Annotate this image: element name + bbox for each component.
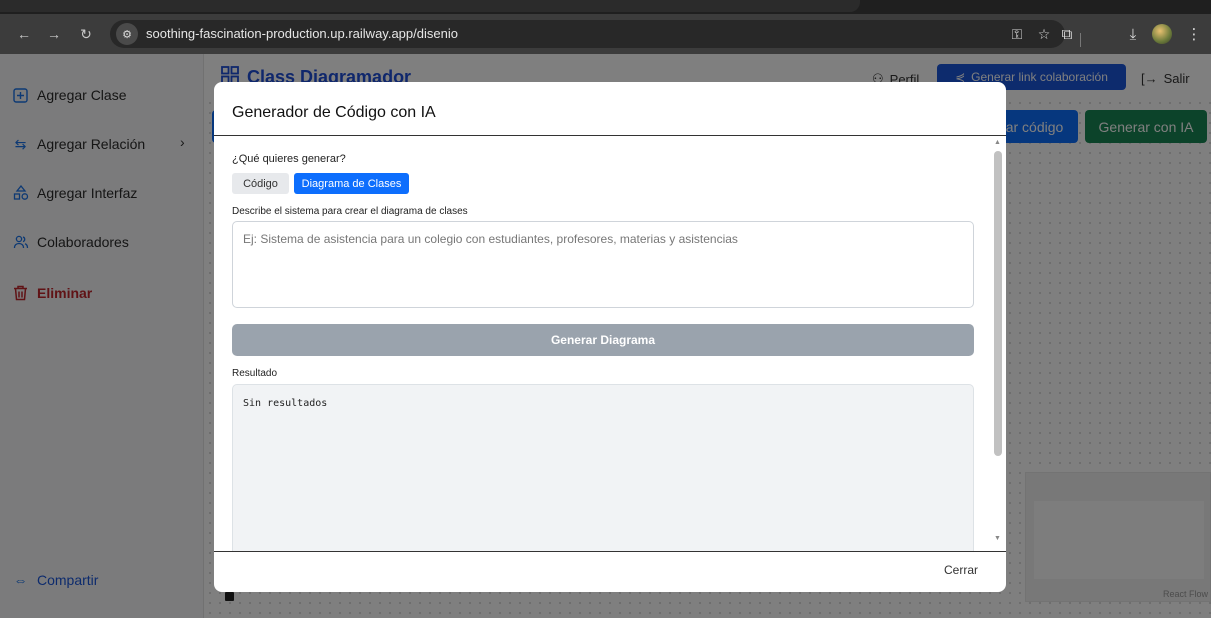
- star-icon[interactable]: ☆: [1035, 25, 1053, 43]
- result-text: Sin resultados: [243, 398, 328, 409]
- modal-scrollbar[interactable]: ▲ ▼: [990, 136, 1006, 551]
- forward-icon[interactable]: →: [44, 24, 64, 44]
- result-label: Resultado: [232, 368, 278, 379]
- description-input[interactable]: [232, 221, 974, 308]
- key-icon[interactable]: ⚿: [1008, 25, 1026, 43]
- browser-tabstrip: [0, 0, 1211, 14]
- tab-codigo[interactable]: Código: [232, 173, 289, 194]
- url-text[interactable]: soothing-fascination-production.up.railw…: [146, 26, 458, 41]
- ai-generator-modal: Generador de Código con IA ¿Qué quieres …: [214, 82, 1006, 592]
- tab-diagrama-clases[interactable]: Diagrama de Clases: [294, 173, 409, 194]
- extensions-icon[interactable]: ⧉: [1057, 24, 1077, 44]
- back-icon[interactable]: ←: [14, 24, 34, 44]
- reload-icon[interactable]: ↻: [76, 24, 96, 44]
- scroll-up-arrow-icon[interactable]: ▲: [994, 139, 1001, 146]
- download-icon[interactable]: ⤓: [1123, 24, 1143, 44]
- scroll-down-arrow-icon[interactable]: ▼: [994, 535, 1001, 542]
- modal-title: Generador de Código con IA: [232, 104, 436, 121]
- browser-tab[interactable]: [0, 0, 860, 12]
- toolbar-divider: [1080, 33, 1081, 47]
- generate-diagram-button[interactable]: Generar Diagrama: [232, 324, 974, 356]
- modal-body: ¿Qué quieres generar? Código Diagrama de…: [214, 136, 1006, 551]
- modal-footer-divider: [214, 551, 1006, 552]
- description-label: Describe el sistema para crear el diagra…: [232, 206, 468, 217]
- address-bar[interactable]: ⚙ soothing-fascination-production.up.rai…: [110, 20, 1065, 48]
- browser-toolbar: ← → ↻ ⚙ soothing-fascination-production.…: [0, 14, 1211, 54]
- close-button[interactable]: Cerrar: [944, 563, 978, 577]
- profile-avatar[interactable]: [1152, 24, 1172, 44]
- menu-icon[interactable]: ⋮: [1184, 24, 1204, 44]
- site-settings-icon[interactable]: ⚙: [116, 23, 138, 45]
- scroll-thumb[interactable]: [994, 151, 1002, 456]
- result-box: Sin resultados: [232, 384, 974, 551]
- generate-type-label: ¿Qué quieres generar?: [232, 153, 346, 165]
